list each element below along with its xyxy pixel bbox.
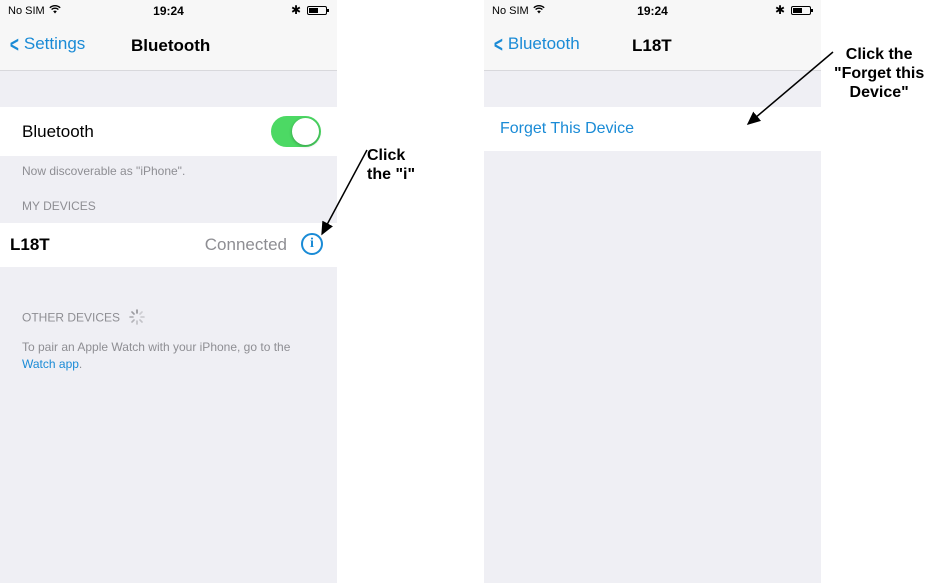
arrow-to-info bbox=[321, 149, 368, 236]
arrow-to-forget bbox=[746, 51, 834, 125]
annotation-arrows bbox=[321, 51, 834, 236]
